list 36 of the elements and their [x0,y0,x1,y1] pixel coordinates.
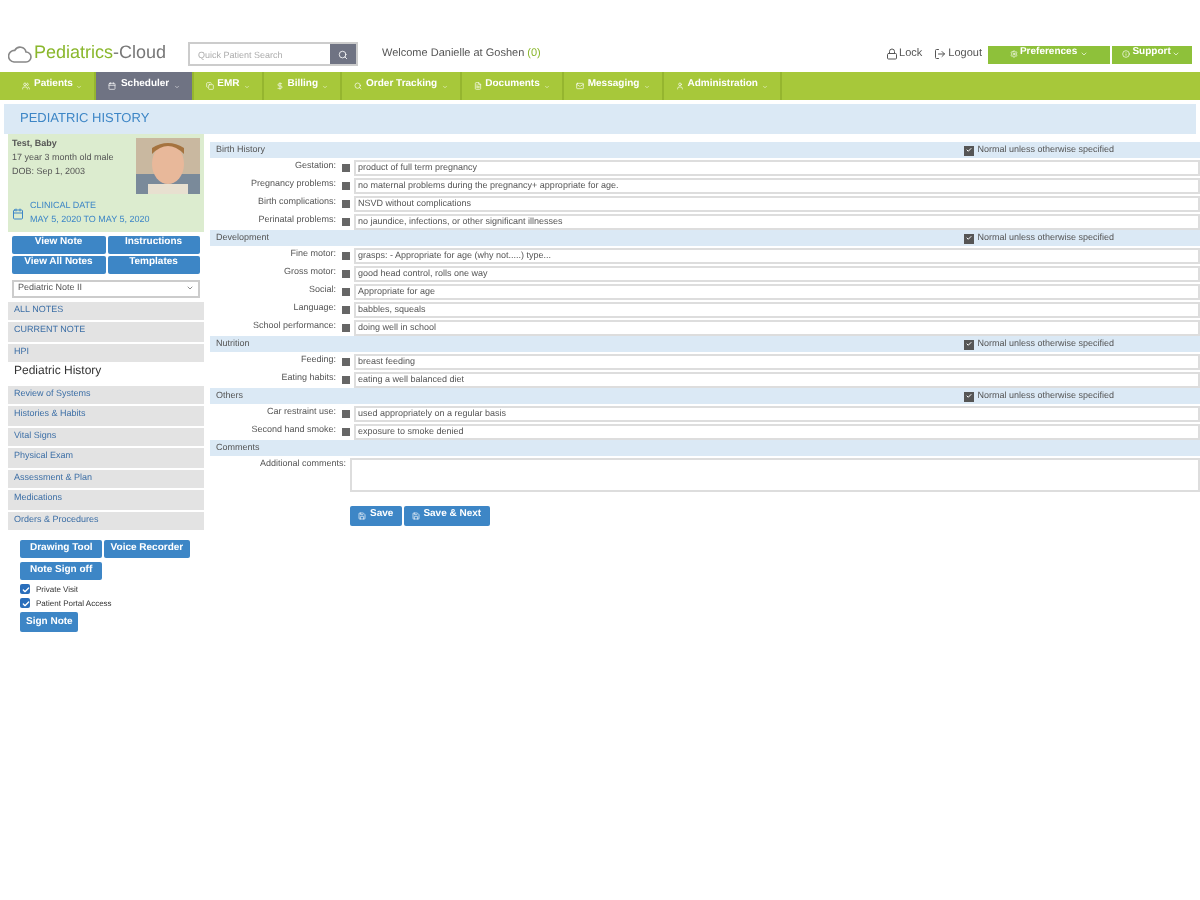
flag-icon [342,199,350,207]
gear-icon [1009,50,1018,58]
save-icon [411,512,420,520]
flag-icon [342,357,350,365]
document-icon [473,82,482,90]
lock-icon [885,48,898,60]
flag-icon [342,269,350,277]
search-icon [338,49,348,59]
save-icon [358,512,366,520]
calendar-icon [108,82,117,90]
checkbox[interactable] [963,339,974,349]
logout-icon [934,48,947,60]
logo: Pediatrics-Cloud [34,40,167,67]
checkbox[interactable] [963,145,974,155]
mail-icon [575,82,584,90]
people-icon [22,82,30,90]
flag-icon [342,181,350,189]
search-icon [354,82,363,90]
checkbox[interactable] [963,391,974,401]
flag-icon [342,323,350,331]
calendar-icon [12,207,24,220]
flag-icon [342,163,350,171]
flag-icon [342,409,350,417]
dollar-icon [275,82,284,90]
person-icon [675,82,684,90]
copy-icon [205,82,214,90]
info-icon [1122,50,1131,58]
flag-icon [342,217,350,225]
cloud-icon [8,45,32,63]
search-button[interactable] [330,44,356,64]
flag-icon [342,427,350,435]
flag-icon [342,305,350,313]
flag-icon [342,251,350,259]
flag-icon [342,375,350,383]
checkbox[interactable] [963,233,974,243]
flag-icon [342,287,350,295]
